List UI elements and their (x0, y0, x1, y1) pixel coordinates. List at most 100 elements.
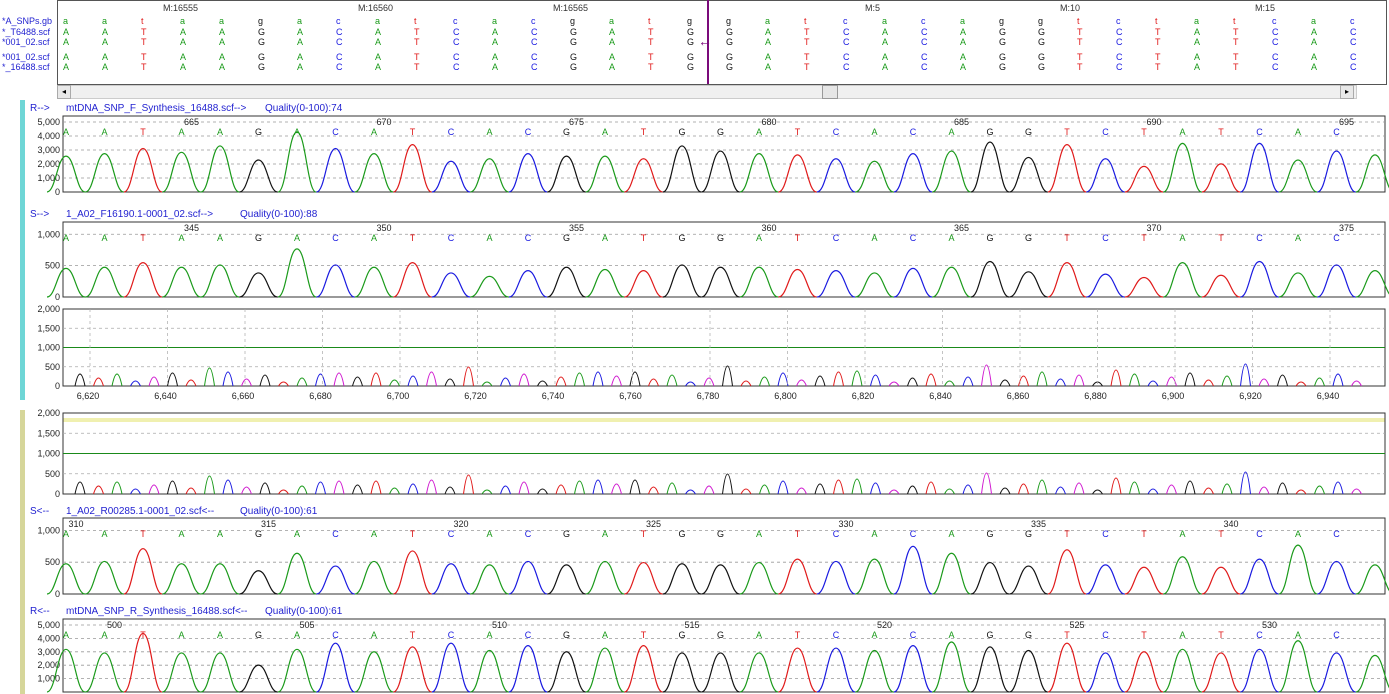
noise-peak (888, 381, 900, 387)
trace-peak (547, 266, 586, 298)
noise-peak (148, 376, 160, 387)
trace-peak (585, 560, 625, 595)
trace-peak (932, 552, 971, 595)
base-call: G (255, 630, 262, 640)
base-call: C (448, 127, 455, 137)
x-tick-label: 6,680 (309, 391, 332, 401)
base-call: A (294, 529, 300, 539)
base-call: T (410, 127, 416, 137)
base-call: T (410, 233, 416, 243)
y-tick-label: 1,000 (37, 229, 60, 239)
noise-peak (907, 377, 918, 387)
base-call: T (410, 630, 416, 640)
trace-peak (855, 160, 894, 193)
position-label: 520 (877, 620, 892, 630)
x-tick-label: 6,620 (77, 391, 100, 401)
noise-peak (685, 489, 696, 495)
base-call: G (678, 127, 685, 137)
trace-peak (932, 150, 971, 193)
trace-peak (1009, 271, 1048, 298)
base-call: A (756, 529, 762, 539)
position-label: 530 (1262, 620, 1277, 630)
trace-peak (932, 266, 971, 298)
noise-peak (333, 480, 345, 495)
noise-peak (629, 371, 641, 387)
base-call: A (178, 127, 184, 137)
base-call: G (1025, 630, 1032, 640)
trace-peak (431, 272, 471, 298)
base-call: T (1064, 127, 1070, 137)
base-call: G (1025, 233, 1032, 243)
trace-peak (1163, 142, 1202, 193)
trace-peak (1278, 544, 1318, 595)
trace-peak (85, 652, 124, 693)
trace-peak (1047, 549, 1087, 595)
base-call: G (563, 233, 570, 243)
y-tick-label: 3,000 (37, 647, 60, 657)
base-call: A (1295, 233, 1301, 243)
trace-peak (585, 155, 625, 193)
trace-peak (85, 266, 124, 298)
position-label: 695 (1339, 117, 1354, 127)
noise-peak (537, 488, 548, 495)
trace-peak (1317, 150, 1356, 193)
base-call: A (871, 630, 877, 640)
trace-peak (393, 646, 432, 693)
base-call: A (101, 529, 107, 539)
base-call: C (448, 630, 455, 640)
base-call: A (1295, 529, 1301, 539)
y-tick-label: 0 (55, 187, 60, 197)
base-call: A (948, 127, 954, 137)
trace-peak (354, 560, 394, 595)
x-tick-label: 6,700 (387, 391, 410, 401)
noise-peak (759, 376, 770, 387)
base-call: G (717, 529, 724, 539)
base-call: G (678, 630, 685, 640)
noise-peak (925, 373, 937, 387)
noise-peak (1147, 380, 1159, 387)
noise-peak (1277, 374, 1288, 387)
position-label: 685 (954, 117, 969, 127)
base-call: A (217, 529, 223, 539)
base-call: C (833, 529, 840, 539)
trace-peak (277, 648, 317, 693)
y-tick-label: 1,000 (37, 449, 60, 459)
noise-peak (352, 376, 363, 387)
base-call: T (1064, 529, 1070, 539)
noise-peak (130, 488, 141, 495)
base-call: A (101, 630, 107, 640)
base-call: G (1025, 127, 1032, 137)
trace-peak (354, 152, 394, 193)
base-call: G (986, 127, 993, 137)
trace-peak (1278, 640, 1318, 693)
trace-peak (162, 266, 201, 298)
trace-peak (1240, 260, 1279, 298)
y-tick-label: 500 (45, 362, 60, 372)
x-tick-label: 6,880 (1084, 391, 1107, 401)
base-call: A (602, 127, 608, 137)
trace-peak (1124, 566, 1164, 595)
noise-peak (814, 483, 826, 495)
x-tick-label: 6,940 (1317, 391, 1340, 401)
base-call: A (217, 127, 223, 137)
noise-peak (1221, 375, 1233, 387)
trace-peak (1317, 264, 1356, 298)
position-label: 375 (1339, 223, 1354, 233)
trace-peak (662, 145, 702, 193)
position-label: 320 (453, 519, 468, 529)
position-label: 345 (184, 223, 199, 233)
trace-peak (1317, 652, 1356, 693)
trace-peak (624, 561, 663, 595)
base-call: T (795, 529, 801, 539)
noise-peak (1147, 488, 1159, 495)
noise-peak (1110, 369, 1122, 387)
y-tick-label: 2,000 (37, 304, 60, 314)
noise-peak (1351, 380, 1362, 387)
base-call: A (217, 630, 223, 640)
noise-peak (1129, 481, 1140, 495)
chromatogram-area[interactable]: 5,000 4,000 3,000 2,000 1,000 0 665 670 675 680 68… (0, 0, 1389, 694)
x-tick-label: 6,720 (464, 391, 487, 401)
base-call: T (1218, 127, 1224, 137)
noise-peak (1277, 482, 1288, 495)
base-call: C (332, 127, 339, 137)
